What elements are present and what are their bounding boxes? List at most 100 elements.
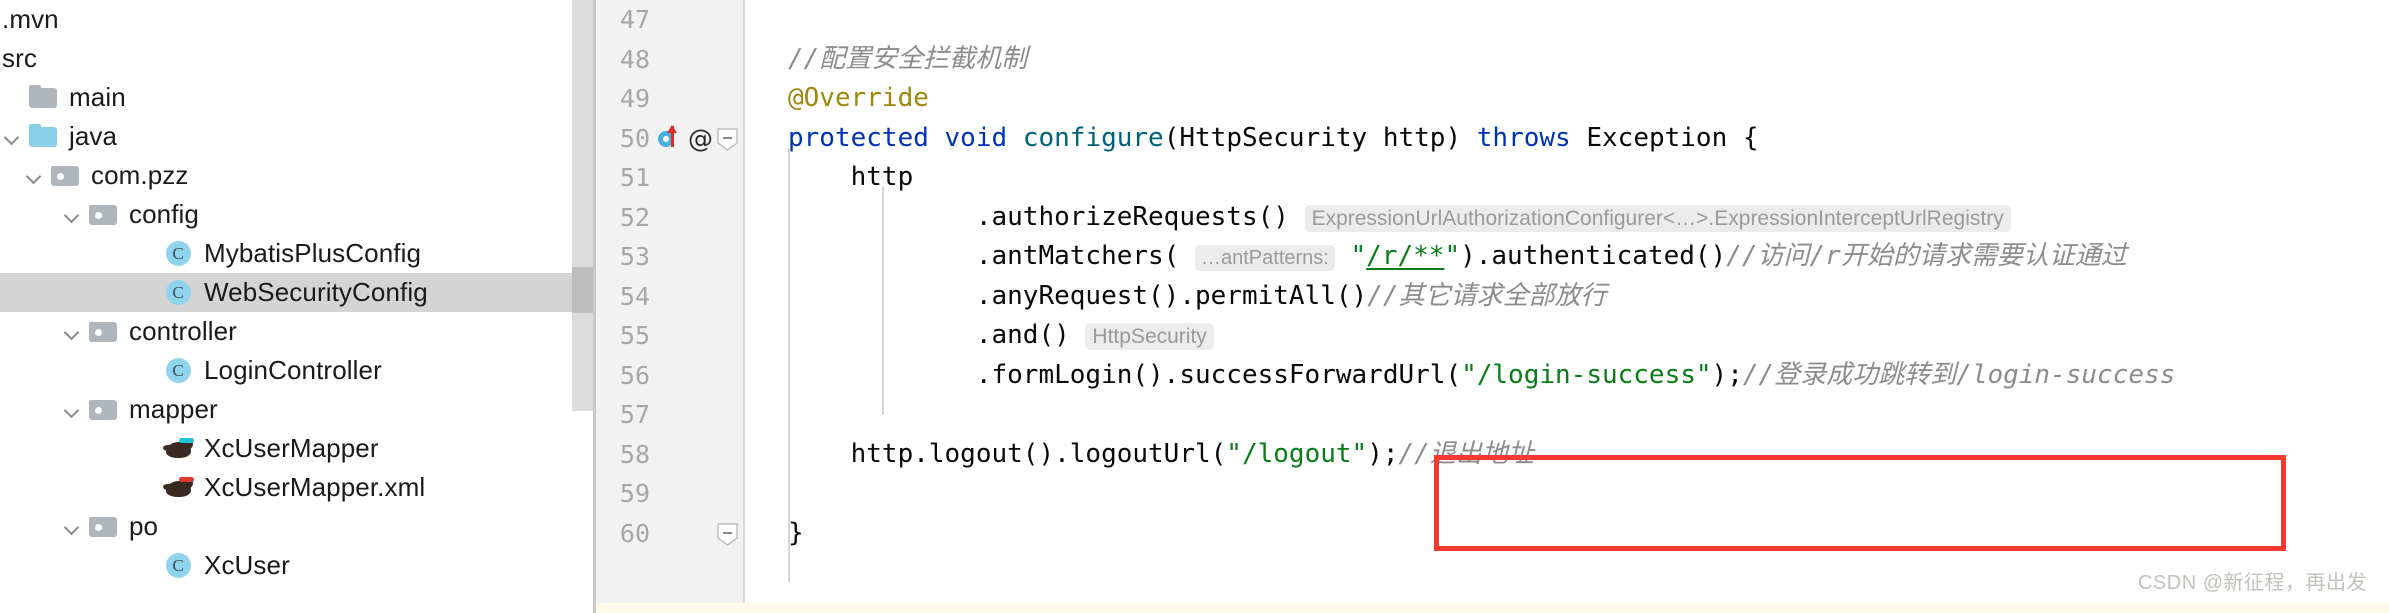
line-number: 52 bbox=[619, 202, 650, 232]
code-editor[interactable]: 47 48 49 50 @51 52 53 54 55 56 57 58 59 60 //配置安全拦截机制… bbox=[596, 0, 2389, 613]
editor-gutter[interactable]: 47 48 49 50 @51 52 53 54 55 56 57 58 59 60 bbox=[596, 0, 745, 613]
code-token-plain: ); bbox=[1367, 438, 1399, 469]
code-lines: //配置安全拦截机制 @Override protected void config… bbox=[745, 0, 2389, 553]
code-token-plain: http.logout().logoutUrl( bbox=[788, 438, 1227, 469]
code-token-method: configure bbox=[1022, 122, 1164, 153]
code-line[interactable]: .anyRequest().permitAll()//其它请求全部放行 bbox=[745, 277, 2389, 317]
tree-item-label: controller bbox=[129, 316, 237, 346]
code-line[interactable]: } bbox=[745, 514, 2389, 554]
code-line-content: @Override bbox=[788, 79, 929, 119]
code-token-cmt: //访问/r开始的请求需要认证通过 bbox=[1726, 241, 2127, 271]
mybatis-mapper-icon bbox=[163, 435, 195, 463]
gutter-row[interactable]: 58 bbox=[596, 435, 743, 475]
folder-icon bbox=[28, 84, 60, 112]
code-token-plain: .antMatchers( bbox=[788, 241, 1180, 271]
tree-item-label: XcUser bbox=[204, 550, 290, 580]
tree-item-src[interactable]: src bbox=[0, 39, 596, 78]
tree-item-label: com.pzz bbox=[91, 160, 189, 190]
gutter-row[interactable]: 52 bbox=[596, 198, 743, 238]
annotation-icon[interactable]: @ bbox=[688, 126, 713, 151]
tree-item-websecurityconfig[interactable]: C WebSecurityConfig bbox=[0, 273, 596, 312]
java-class-icon: C bbox=[163, 357, 195, 385]
code-line[interactable]: http bbox=[745, 158, 2389, 198]
code-line[interactable]: .antMatchers( …antPatterns: "/r/**").aut… bbox=[745, 237, 2389, 277]
package-icon bbox=[50, 162, 82, 190]
code-line[interactable]: @Override bbox=[745, 79, 2389, 119]
tree-item-xcuser[interactable]: C XcUser bbox=[0, 546, 596, 585]
scrollbar-thumb[interactable] bbox=[572, 267, 593, 313]
gutter-row[interactable]: 47 bbox=[596, 0, 743, 40]
tree-item-po[interactable]: po bbox=[0, 507, 596, 546]
line-number: 49 bbox=[619, 84, 650, 113]
code-token-plain: http bbox=[788, 162, 914, 192]
chevron-down-icon[interactable] bbox=[60, 319, 86, 345]
code-token-cmt: //退出地址 bbox=[1398, 438, 1534, 469]
code-token-str: "/logout" bbox=[1226, 438, 1368, 469]
chevron-down-icon[interactable] bbox=[22, 163, 48, 189]
code-line[interactable] bbox=[745, 474, 2389, 514]
line-number: 50 bbox=[619, 123, 650, 153]
gutter-row[interactable]: 54 bbox=[596, 277, 743, 317]
code-fold-marker[interactable] bbox=[717, 127, 738, 151]
chevron-down-icon[interactable] bbox=[60, 514, 86, 540]
tree-item-controller[interactable]: controller bbox=[0, 312, 596, 351]
override-method-icon[interactable] bbox=[658, 125, 684, 151]
tree-item--mvn[interactable]: .mvn bbox=[0, 0, 596, 39]
package-icon bbox=[88, 513, 120, 541]
gutter-row[interactable]: 55 bbox=[596, 316, 743, 356]
code-line-content: protected void configure(HttpSecurity ht… bbox=[788, 119, 1759, 159]
code-line[interactable]: .and() HttpSecurity bbox=[745, 316, 2389, 356]
code-token-str-link: /r/** bbox=[1366, 241, 1445, 271]
gutter-row[interactable]: 59 bbox=[596, 474, 743, 514]
editor-code-area[interactable]: //配置安全拦截机制 @Override protected void config… bbox=[745, 0, 2389, 613]
code-line-content: .formLogin().successForwardUrl("/login-s… bbox=[788, 356, 2176, 396]
gutter-row[interactable]: 56 bbox=[596, 356, 743, 396]
tree-item-label: XcUserMapper.xml bbox=[204, 472, 426, 502]
code-line[interactable]: .authorizeRequests() ExpressionUrlAuthor… bbox=[745, 198, 2389, 238]
tree-item-mybatisplusconfig[interactable]: C MybatisPlusConfig bbox=[0, 234, 596, 273]
code-token-hint: ExpressionUrlAuthorizationConfigurer<…>.… bbox=[1304, 204, 2011, 232]
code-token-hint-param: …antPatterns: bbox=[1195, 245, 1335, 271]
package-icon bbox=[88, 201, 120, 229]
tree-item-com-pzz[interactable]: com.pzz bbox=[0, 156, 596, 195]
line-number: 56 bbox=[619, 360, 650, 390]
gutter-row[interactable]: 51 bbox=[596, 158, 743, 198]
code-line[interactable]: .formLogin().successForwardUrl("/login-s… bbox=[745, 356, 2389, 396]
code-line[interactable] bbox=[745, 0, 2389, 40]
tree-item-logincontroller[interactable]: C LoginController bbox=[0, 351, 596, 390]
tree-item-xcusermapper-xml[interactable]: XcUserMapper.xml bbox=[0, 468, 596, 507]
code-line[interactable]: //配置安全拦截机制 bbox=[745, 40, 2389, 80]
tree-item-main[interactable]: main bbox=[0, 78, 596, 117]
gutter-row[interactable]: 60 bbox=[596, 514, 743, 554]
gutter-row[interactable]: 50 @ bbox=[596, 119, 743, 159]
project-tree-panel[interactable]: .mvn src main java com.pzz config C MybatisPlus… bbox=[0, 0, 596, 613]
java-class-icon: C bbox=[163, 240, 195, 268]
gutter-row[interactable]: 49 bbox=[596, 79, 743, 119]
code-fold-marker[interactable] bbox=[717, 522, 738, 546]
code-line-content: http bbox=[788, 158, 914, 198]
gutter-icon-group[interactable]: @ bbox=[658, 119, 713, 159]
gutter-row[interactable]: 48 bbox=[596, 40, 743, 80]
code-token-kw: protected void bbox=[788, 122, 1023, 153]
line-number: 54 bbox=[619, 281, 650, 311]
tree-item-label: mapper bbox=[129, 394, 218, 424]
project-tree-scrollbar[interactable] bbox=[572, 0, 593, 411]
code-token-cmt: //登录成功跳转到/login-success bbox=[1742, 359, 2176, 390]
tree-item-java[interactable]: java bbox=[0, 117, 596, 156]
gutter-row[interactable]: 53 bbox=[596, 237, 743, 277]
chevron-down-icon[interactable] bbox=[60, 202, 86, 228]
tree-item-mapper[interactable]: mapper bbox=[0, 390, 596, 429]
tree-item-xcusermapper[interactable]: XcUserMapper bbox=[0, 429, 596, 468]
chevron-down-icon[interactable] bbox=[60, 397, 86, 423]
code-line[interactable] bbox=[745, 395, 2389, 435]
gutter-row[interactable]: 57 bbox=[596, 395, 743, 435]
chevron-down-icon[interactable] bbox=[0, 124, 26, 150]
code-line[interactable]: http.logout().logoutUrl("/logout");//退出地… bbox=[745, 435, 2389, 475]
tree-item-label: main bbox=[69, 82, 126, 112]
code-line[interactable]: protected void configure(HttpSecurity ht… bbox=[745, 119, 2389, 159]
tree-item-config[interactable]: config bbox=[0, 195, 596, 234]
